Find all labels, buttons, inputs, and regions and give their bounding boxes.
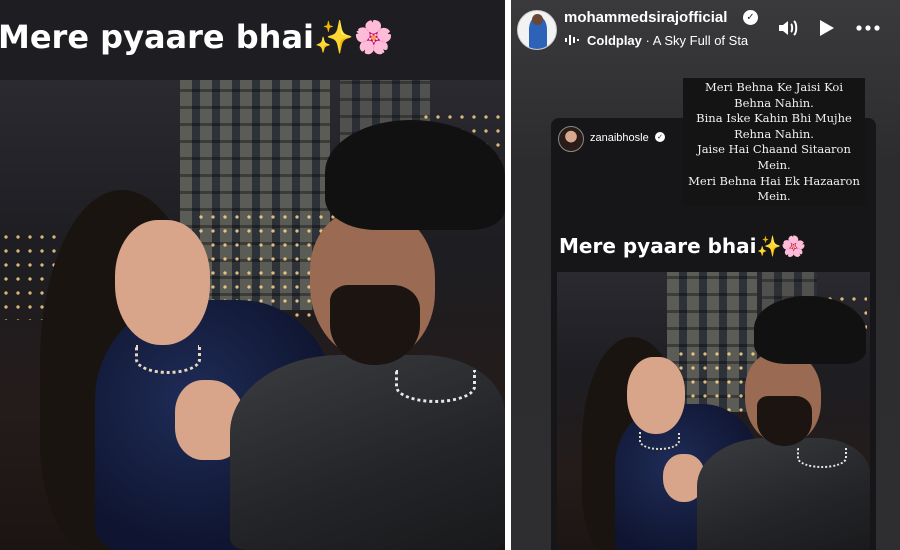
reshared-verified-badge-icon: ✓: [655, 132, 665, 142]
right-story-panel: mohammedsirajofficial ✓ Coldplay · A Sky…: [511, 0, 900, 550]
poem-line: Rehna Nahin.: [734, 126, 814, 141]
music-track-label[interactable]: Coldplay · A Sky Full of Sta: [587, 33, 757, 48]
poem-line: Bina Iske Kahin Bhi Mujhe: [696, 111, 852, 126]
left-story-title-emojis: ✨🌸: [314, 18, 394, 56]
music-separator: ·: [645, 33, 650, 48]
music-artist: Coldplay: [587, 33, 642, 48]
reshared-story-title-text: Mere pyaare bhai: [559, 234, 757, 258]
play-icon[interactable]: [814, 16, 838, 40]
reshared-story-photo: [557, 272, 870, 550]
reshared-story-title-emojis: ✨🌸: [756, 234, 807, 258]
left-story-panel: Mere pyaare bhai✨🌸: [0, 0, 505, 550]
left-story-photo: [0, 80, 505, 550]
more-icon[interactable]: [854, 16, 880, 40]
left-story-title: Mere pyaare bhai✨🌸: [0, 18, 394, 56]
avatar[interactable]: [517, 10, 557, 50]
reshared-story-title: Mere pyaare bhai✨🌸: [559, 234, 806, 258]
poem-line: Behna Nahin.: [734, 95, 814, 110]
left-story-caption-bar: Mere pyaare bhai✨🌸: [0, 0, 505, 80]
poem-line: Jaise Hai Chaand Sitaaron: [697, 142, 851, 157]
volume-icon[interactable]: [776, 16, 800, 40]
poem-line: Meri Behna Hai Ek Hazaaron: [688, 173, 860, 188]
verified-badge-icon: ✓: [743, 10, 758, 25]
poem-text-overlay: Meri Behna Ke Jaisi Koi Behna Nahin. Bin…: [683, 78, 865, 206]
poem-line: Mein.: [757, 157, 791, 172]
story-header: mohammedsirajofficial ✓ Coldplay · A Sky…: [511, 0, 900, 56]
reshared-story-avatar[interactable]: [558, 126, 584, 152]
poem-line: Mein.: [757, 189, 791, 204]
reshared-story-username[interactable]: zanaibhosle: [590, 132, 649, 144]
music-bars-icon: [565, 35, 579, 45]
poem-line: Meri Behna Ke Jaisi Koi: [705, 80, 843, 94]
left-story-title-text: Mere pyaare bhai: [0, 18, 314, 56]
music-track: A Sky Full of Sta: [652, 33, 749, 48]
story-username[interactable]: mohammedsirajofficial: [564, 9, 727, 26]
